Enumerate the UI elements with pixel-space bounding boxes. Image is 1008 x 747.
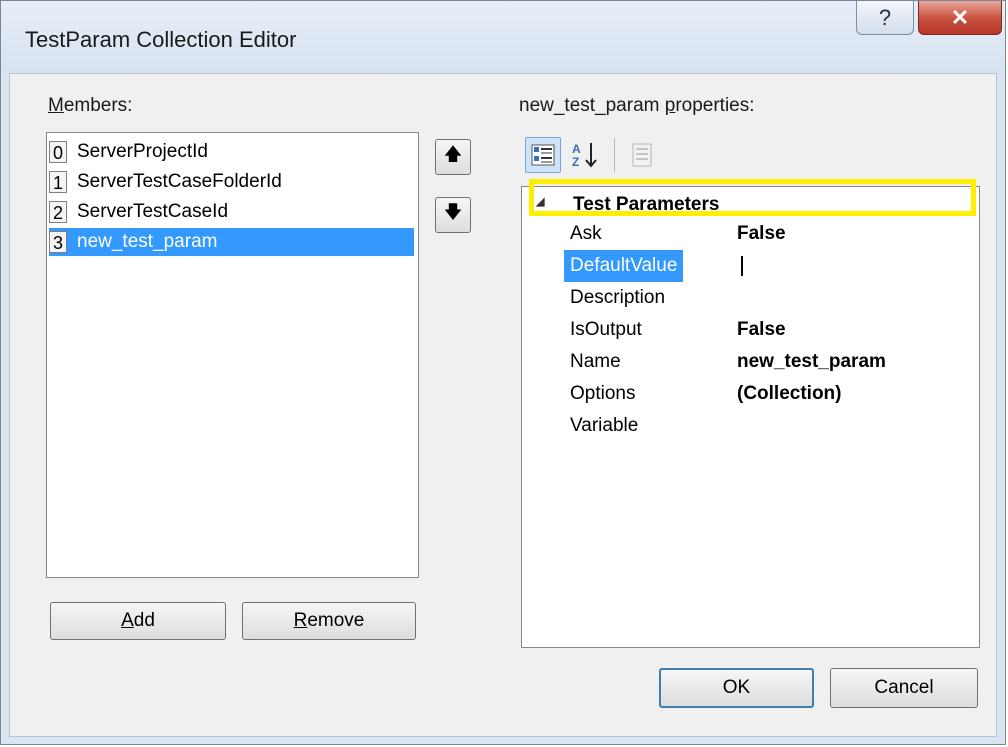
property-name: Description	[570, 287, 666, 308]
list-item[interactable]: 0 ServerProjectId	[49, 138, 414, 166]
highlight-annotation	[529, 179, 976, 216]
text-cursor	[741, 256, 743, 276]
member-index: 1	[49, 171, 67, 193]
arrow-up-icon: 🡅	[443, 144, 463, 164]
property-name-selected: DefaultValue	[564, 250, 684, 282]
move-up-button[interactable]: 🡅	[435, 139, 471, 175]
members-label: Members:	[48, 95, 133, 116]
dialog-body: Members: 0 ServerProjectId 1 ServerTestC…	[9, 73, 997, 737]
title-bar[interactable]: TestParam Collection Editor ? ✕	[1, 1, 1005, 73]
arrow-down-icon: 🡇	[443, 202, 463, 222]
move-down-button[interactable]: 🡇	[435, 197, 471, 233]
property-name: Name	[570, 351, 621, 372]
ok-button[interactable]: OK	[659, 668, 814, 708]
member-name: ServerProjectId	[77, 141, 208, 162]
members-list[interactable]: 0 ServerProjectId 1 ServerTestCaseFolder…	[46, 132, 419, 578]
svg-text:A: A	[572, 142, 581, 156]
property-name: Ask	[570, 223, 602, 244]
property-value[interactable]: new_test_param	[737, 346, 886, 378]
categorized-view-button[interactable]	[525, 137, 561, 173]
member-name: ServerTestCaseId	[77, 201, 229, 222]
property-row-ask[interactable]: Ask False	[522, 218, 979, 250]
member-index: 0	[49, 141, 67, 163]
property-row-is-output[interactable]: IsOutput False	[522, 314, 979, 346]
property-name: Options	[570, 383, 636, 404]
help-button[interactable]: ?	[856, 1, 914, 35]
list-item[interactable]: 1 ServerTestCaseFolderId	[49, 168, 414, 196]
svg-text:Z: Z	[572, 155, 579, 169]
member-index: 2	[49, 201, 67, 223]
close-button[interactable]: ✕	[918, 1, 1002, 35]
default-value-input[interactable]	[737, 250, 952, 282]
remove-button[interactable]: Remove	[242, 602, 416, 640]
member-name: ServerTestCaseFolderId	[77, 171, 282, 192]
property-name: IsOutput	[570, 319, 642, 340]
property-value[interactable]: False	[737, 314, 786, 346]
member-name: new_test_param	[77, 231, 218, 252]
dialog-title: TestParam Collection Editor	[25, 27, 297, 52]
property-pages-icon	[632, 143, 652, 167]
property-row-description[interactable]: Description	[522, 282, 979, 314]
property-grid[interactable]: ◢ Test Parameters Ask False DefaultValue…	[521, 186, 980, 648]
property-row-default-value[interactable]: DefaultValue	[522, 250, 979, 282]
collection-editor-dialog: TestParam Collection Editor ? ✕ Members:…	[0, 0, 1006, 745]
toolbar-separator	[614, 138, 615, 172]
member-index: 3	[49, 231, 67, 253]
property-value[interactable]: False	[737, 218, 786, 250]
add-button[interactable]: Add	[50, 602, 226, 640]
properties-label: new_test_param properties:	[519, 95, 755, 116]
sort-alphabetical-icon: A Z	[572, 142, 597, 169]
property-row-options[interactable]: Options (Collection)	[522, 378, 979, 410]
property-value[interactable]: (Collection)	[737, 378, 842, 410]
property-row-variable[interactable]: Variable	[522, 410, 979, 442]
help-icon: ?	[878, 4, 892, 30]
cancel-button[interactable]: Cancel	[830, 668, 978, 708]
property-name: Variable	[570, 415, 639, 436]
property-pages-button[interactable]	[624, 137, 660, 173]
list-item-selected[interactable]: 3 new_test_param	[49, 228, 414, 256]
close-icon: ✕	[950, 4, 970, 30]
alphabetical-view-button[interactable]: A Z	[568, 137, 604, 173]
list-item[interactable]: 2 ServerTestCaseId	[49, 198, 414, 226]
property-row-name[interactable]: Name new_test_param	[522, 346, 979, 378]
categorized-icon	[531, 144, 555, 166]
